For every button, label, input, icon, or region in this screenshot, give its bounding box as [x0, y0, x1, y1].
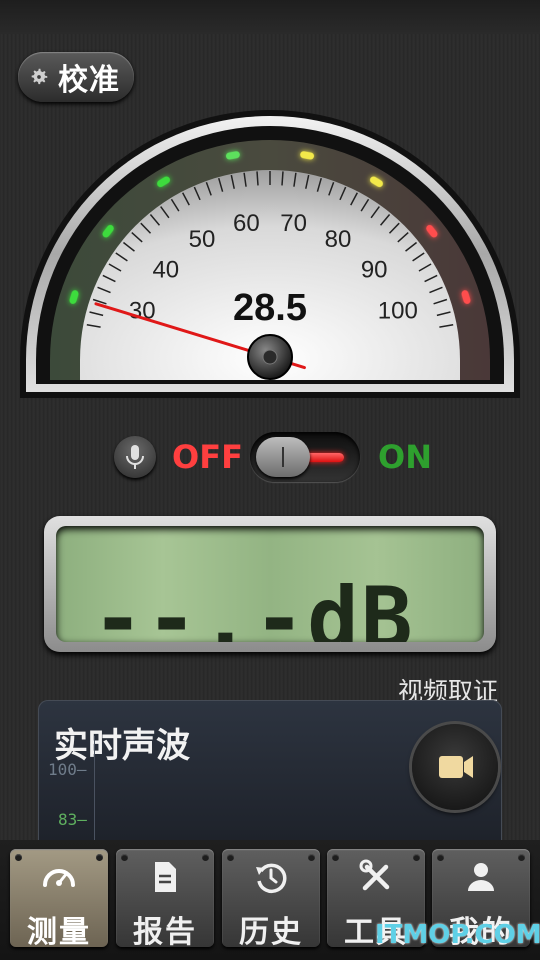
lcd-value: --.-dB	[92, 569, 415, 642]
microphone-icon	[126, 445, 144, 469]
off-label[interactable]: OFF	[172, 438, 243, 476]
gauge-reading: 28.5	[233, 287, 307, 329]
lcd-display: --.-dB	[56, 526, 484, 642]
screw	[121, 854, 128, 861]
screw	[15, 854, 22, 861]
tab-measure-label: 测量	[27, 915, 91, 950]
minor-tick	[281, 171, 284, 186]
screw	[437, 854, 444, 861]
sound-level-gauge: 30405060 708090100 28.5	[20, 110, 520, 398]
scale-label: 70	[280, 210, 307, 237]
tab-measure[interactable]: 测量	[10, 849, 108, 950]
screw	[518, 854, 525, 861]
power-toggle[interactable]	[250, 432, 360, 482]
gauge-hub-cap	[262, 349, 278, 365]
screw	[202, 854, 209, 861]
tab-history[interactable]: 历史	[222, 849, 320, 950]
wave-tick-100: 100–	[48, 760, 87, 779]
scale-label: 80	[325, 226, 352, 253]
tab-report[interactable]: 报告	[116, 849, 214, 950]
history-icon	[256, 863, 287, 894]
scale-label: 90	[361, 257, 388, 284]
screw	[413, 854, 420, 861]
tab-report-label: 报告	[133, 915, 197, 950]
scale-label: 100	[378, 297, 418, 324]
user-icon	[468, 863, 494, 891]
tools-icon	[359, 859, 390, 891]
scale-label: 50	[189, 226, 216, 253]
screw	[96, 854, 103, 861]
lcd-frame: --.-dB	[44, 516, 496, 652]
scale-label: 40	[152, 257, 179, 284]
video-record-button[interactable]	[412, 724, 498, 810]
watermark: ITMOP.COM	[375, 920, 540, 950]
measurement-switch-row: OFF ON	[0, 428, 540, 488]
document-icon	[155, 862, 176, 892]
screw	[332, 854, 339, 861]
toggle-knob[interactable]	[256, 437, 310, 477]
microphone-button[interactable]	[114, 436, 156, 478]
minor-tick	[256, 171, 259, 186]
tab-history-label: 历史	[239, 915, 303, 950]
wave-tick-83: 83–	[58, 810, 87, 829]
scale-label: 60	[233, 210, 260, 237]
wave-axis	[94, 736, 95, 850]
speedometer-icon	[43, 869, 75, 887]
screw	[308, 854, 315, 861]
on-label[interactable]: ON	[378, 438, 432, 476]
screw	[227, 854, 234, 861]
video-camera-icon	[439, 756, 473, 778]
